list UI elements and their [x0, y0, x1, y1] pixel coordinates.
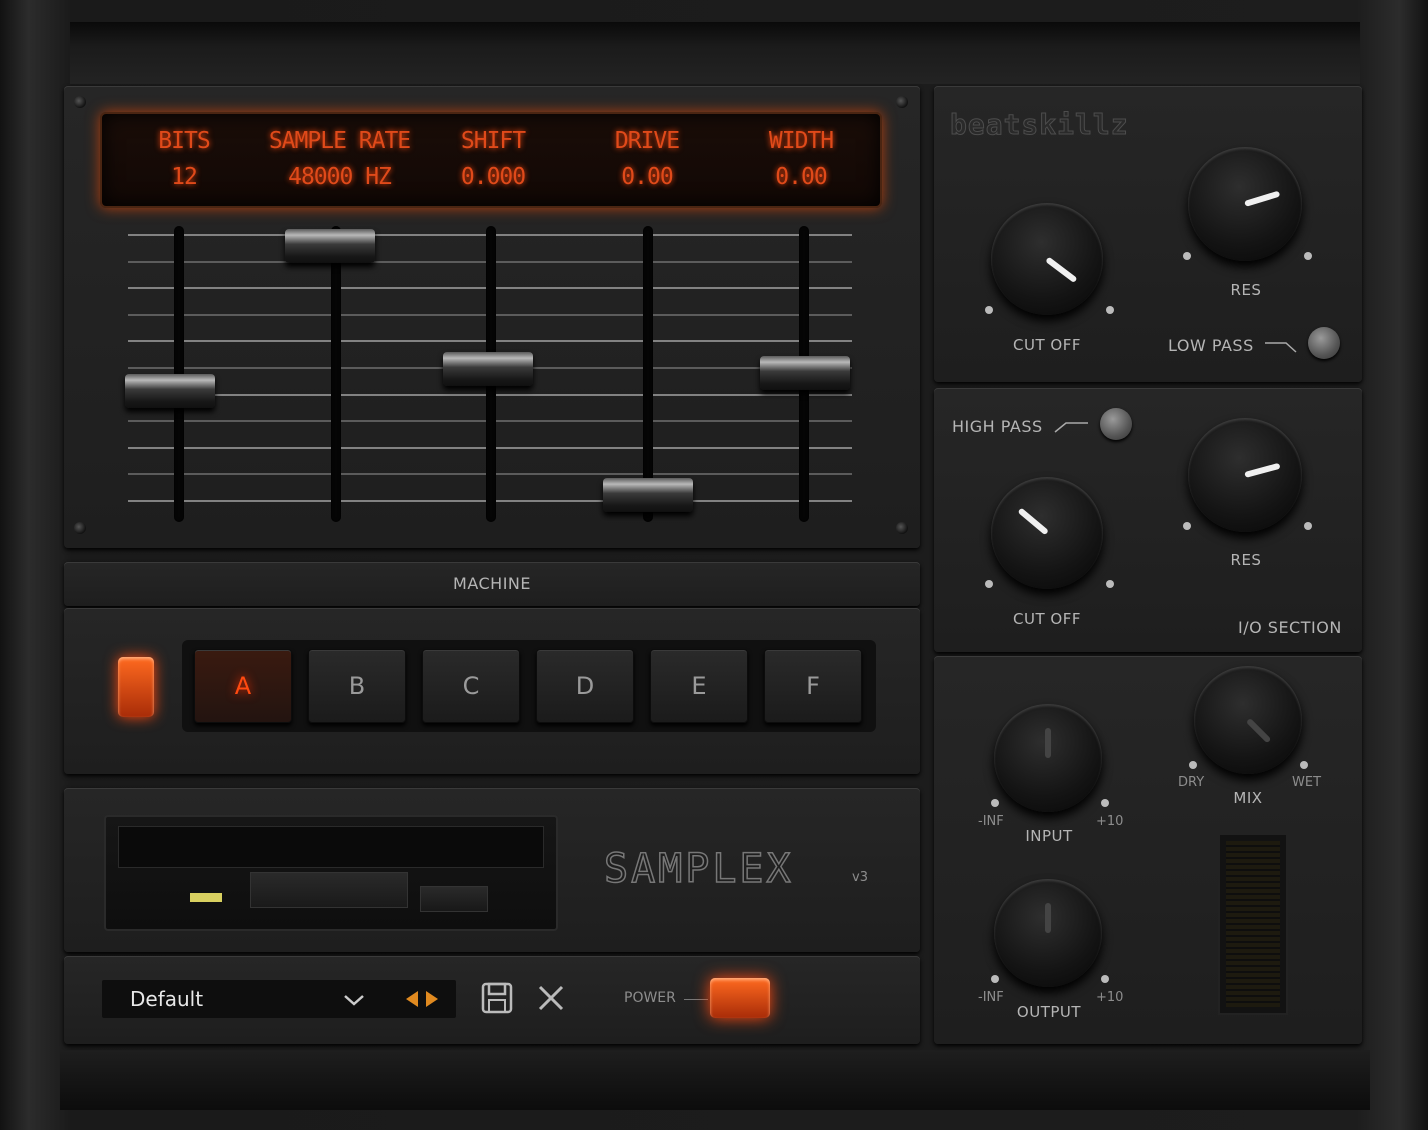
lcd-sample-rate-value: 48000 HZ [288, 164, 392, 190]
knob-min-dot [991, 799, 999, 807]
lcd-drive-value: 0.00 [621, 164, 673, 190]
lcd-display: BITS 12 SAMPLE RATE 48000 HZ SHIFT 0.000… [100, 112, 882, 208]
mix-label: MIX [1233, 789, 1263, 807]
output-max-label: +10 [1096, 990, 1124, 1005]
low-pass-res-label: RES [1230, 281, 1262, 299]
output-knob[interactable] [994, 879, 1102, 987]
brand-logo: beatskillz [950, 108, 1129, 142]
machine-toggle-switch[interactable] [118, 657, 154, 717]
width-slider-thumb[interactable] [760, 356, 850, 390]
knob-max-dot [1304, 252, 1312, 260]
machine-button-c[interactable]: C [422, 649, 520, 723]
machine-title: MACHINE [453, 574, 531, 593]
prev-preset-icon[interactable] [404, 990, 420, 1008]
screw-icon [896, 522, 908, 534]
lcd-sample-rate-label: SAMPLE RATE [268, 128, 411, 154]
save-icon[interactable] [480, 981, 514, 1015]
input-max-label: +10 [1096, 814, 1124, 829]
level-meter-segments [1226, 841, 1280, 1007]
screw-icon [74, 522, 86, 534]
knob-max-dot [1106, 580, 1114, 588]
machine-button-d[interactable]: D [536, 649, 634, 723]
power-label: POWER [624, 990, 676, 1006]
floppy-eject-button[interactable] [420, 886, 488, 912]
knob-max-dot [1101, 975, 1109, 983]
lcd-bits-label: BITS [158, 128, 210, 154]
machine-button-b[interactable]: B [308, 649, 406, 723]
knob-max-dot [1300, 761, 1308, 769]
mix-max-label: WET [1292, 775, 1322, 790]
lcd-width-label: WIDTH [768, 128, 834, 154]
sample-rate-slider-thumb[interactable] [285, 229, 375, 263]
preset-name: Default [130, 987, 204, 1011]
high-pass-cutoff-knob[interactable] [991, 477, 1103, 589]
knob-min-dot [1183, 522, 1191, 530]
power-button[interactable] [710, 978, 770, 1018]
high-pass-label: HIGH PASS [952, 417, 1043, 436]
lcd-bits: BITS 12 [109, 128, 259, 190]
machine-button-f[interactable]: F [764, 649, 862, 723]
input-label: INPUT [1025, 827, 1073, 845]
bottom-band [60, 1050, 1370, 1110]
chevron-down-icon [344, 995, 364, 1006]
top-band [70, 22, 1360, 84]
knob-min-dot [1183, 252, 1191, 260]
low-pass-cutoff-knob[interactable] [991, 203, 1103, 315]
machine-button-a[interactable]: A [194, 649, 292, 723]
knob-max-dot [1304, 522, 1312, 530]
high-pass-curve-icon [1054, 422, 1088, 433]
input-knob[interactable] [994, 704, 1102, 812]
mix-knob[interactable] [1194, 666, 1302, 774]
high-pass-enable-button[interactable] [1100, 408, 1132, 440]
next-preset-icon[interactable] [424, 990, 440, 1008]
low-pass-curve-icon [1265, 342, 1297, 353]
machine-button-e[interactable]: E [650, 649, 748, 723]
lcd-width-value: 0.00 [775, 164, 827, 190]
bits-slider-thumb[interactable] [125, 374, 215, 408]
lcd-bits-value: 12 [171, 164, 198, 190]
shift-slider-thumb[interactable] [443, 352, 533, 386]
screw-icon [896, 96, 908, 108]
product-logo: SAMPLEX [603, 845, 794, 893]
lcd-shift-label: SHIFT [460, 128, 526, 154]
lcd-drive: DRIVE 0.00 [572, 128, 722, 190]
low-pass-enable-button[interactable] [1308, 327, 1340, 359]
knob-min-dot [1189, 761, 1197, 769]
drive-slider-thumb[interactable] [603, 478, 693, 512]
sample-rate-slider-track[interactable] [331, 226, 341, 522]
product-version: v3 [852, 870, 868, 885]
lcd-width: WIDTH 0.00 [726, 128, 876, 190]
close-icon[interactable] [536, 983, 566, 1013]
low-pass-label: LOW PASS [1168, 336, 1254, 355]
floppy-slot [118, 826, 544, 868]
floppy-door [250, 872, 408, 908]
knob-min-dot [991, 975, 999, 983]
preset-selector[interactable]: Default [102, 980, 456, 1018]
io-section-title: I/O SECTION [1238, 618, 1342, 637]
mix-min-label: DRY [1178, 775, 1205, 790]
floppy-led-icon [190, 893, 222, 902]
screw-icon [74, 96, 86, 108]
lcd-shift: SHIFT 0.000 [418, 128, 568, 190]
low-pass-res-knob[interactable] [1188, 147, 1302, 261]
high-pass-res-label: RES [1230, 551, 1262, 569]
high-pass-res-knob[interactable] [1188, 418, 1302, 532]
knob-min-dot [985, 580, 993, 588]
knob-max-dot [1106, 306, 1114, 314]
lcd-sample-rate: SAMPLE RATE 48000 HZ [262, 128, 417, 190]
level-meter [1218, 833, 1288, 1015]
lcd-shift-value: 0.000 [460, 164, 526, 190]
knob-max-dot [1101, 799, 1109, 807]
low-pass-cutoff-label: CUT OFF [1013, 336, 1081, 354]
lcd-drive-label: DRIVE [614, 128, 680, 154]
power-line [684, 999, 708, 1000]
knob-min-dot [985, 306, 993, 314]
output-label: OUTPUT [1016, 1003, 1082, 1021]
high-pass-cutoff-label: CUT OFF [1013, 610, 1081, 628]
